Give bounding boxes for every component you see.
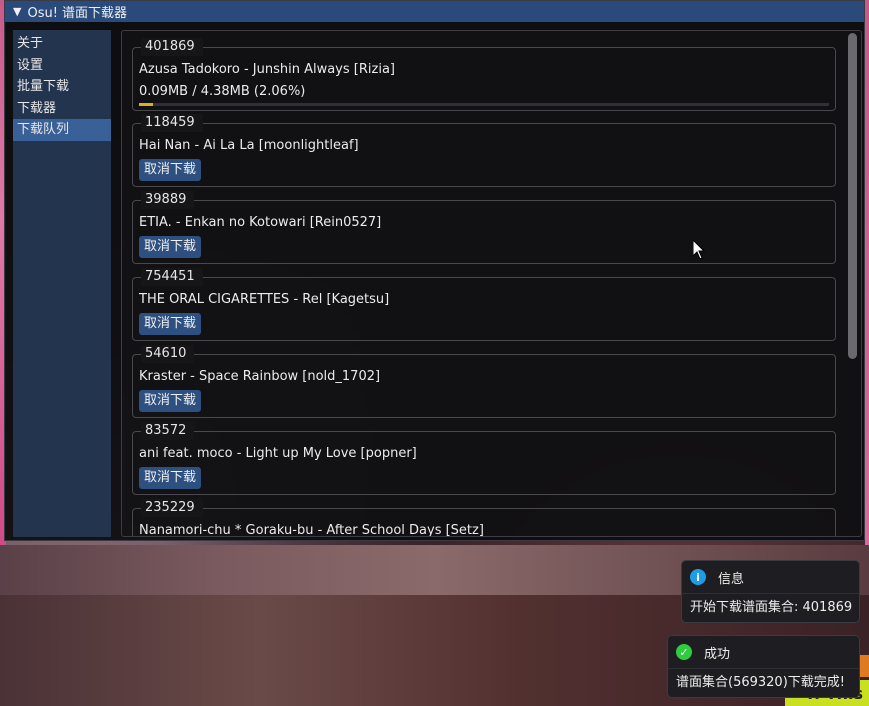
- toast-message: 开始下载谱面集合: 401869: [682, 593, 859, 622]
- cancel-download-button[interactable]: 取消下载: [139, 467, 202, 489]
- window-title: Osu! 谱面下载器: [27, 6, 128, 21]
- sidebar-item-downloader[interactable]: 下载器: [13, 98, 111, 120]
- progress-bar: [139, 103, 829, 106]
- sidebar-item-batch-download[interactable]: 批量下载: [13, 76, 111, 98]
- window-titlebar[interactable]: ▼ Osu! 谱面下载器: [5, 1, 864, 22]
- check-icon: ✓: [676, 644, 692, 660]
- beatmap-title: Hai Nan - Ai La La [moonlightleaf]: [139, 138, 359, 153]
- queue-item: 54610 Kraster - Space Rainbow [nold_1702…: [132, 345, 836, 418]
- background-orange-mark: [859, 655, 869, 677]
- beatmap-id: 754451: [141, 268, 203, 286]
- beatmap-title: THE ORAL CIGARETTES - Rel [Kagetsu]: [139, 292, 390, 307]
- beatmap-title: Nanamori-chu * Goraku-bu - After School …: [139, 523, 484, 537]
- collapse-arrow-icon[interactable]: ▼: [13, 5, 21, 18]
- cancel-download-button[interactable]: 取消下载: [139, 236, 202, 258]
- beatmap-title: Azusa Tadokoro - Junshin Always [Rizia]: [139, 62, 395, 77]
- success-toast: ✓ 成功 谱面集合(569320)下载完成!: [667, 635, 860, 698]
- cancel-download-button[interactable]: 取消下载: [139, 313, 202, 335]
- background-stripe-right: [865, 0, 869, 545]
- queue-item: 235229 Nanamori-chu * Goraku-bu - After …: [132, 499, 836, 537]
- cancel-download-button[interactable]: 取消下载: [139, 390, 202, 412]
- vertical-scrollbar[interactable]: [848, 33, 857, 536]
- progress-text: 0.09MB / 4.38MB (2.06%): [139, 84, 306, 99]
- toast-title: 信息: [718, 571, 745, 587]
- mouse-cursor-icon: [693, 240, 705, 260]
- beatmap-id: 54610: [141, 345, 195, 363]
- beatmap-id: 235229: [141, 499, 203, 517]
- queue-item: 401869 Azusa Tadokoro - Junshin Always […: [132, 38, 836, 111]
- beatmap-id: 118459: [141, 114, 203, 132]
- queue-item: 39889 ETIA. - Enkan no Kotowari [Rein052…: [132, 191, 836, 264]
- queue-item: 83572 ani feat. moco - Light up My Love …: [132, 422, 836, 495]
- info-icon: i: [690, 569, 706, 585]
- beatmap-id: 83572: [141, 422, 195, 440]
- cancel-download-button[interactable]: 取消下载: [139, 159, 202, 181]
- sidebar: 关于 设置 批量下载 下载器 下载队列: [13, 30, 111, 537]
- progress-fill: [139, 103, 154, 106]
- scrollbar-thumb[interactable]: [848, 33, 857, 359]
- sidebar-item-download-queue[interactable]: 下载队列: [13, 119, 111, 141]
- toast-message: 谱面集合(569320)下载完成!: [668, 668, 859, 697]
- sidebar-item-about[interactable]: 关于: [13, 33, 111, 55]
- sidebar-item-settings[interactable]: 设置: [13, 55, 111, 77]
- downloader-window: ▼ Osu! 谱面下载器 关于 设置 批量下载 下载器 下载队列 401869 …: [4, 0, 865, 541]
- beatmap-title: Kraster - Space Rainbow [nold_1702]: [139, 369, 381, 384]
- queue-item: 754451 THE ORAL CIGARETTES - Rel [Kagets…: [132, 268, 836, 341]
- queue-item: 118459 Hai Nan - Ai La La [moonlightleaf…: [132, 114, 836, 187]
- beatmap-id: 401869: [141, 38, 203, 56]
- toast-title: 成功: [704, 646, 731, 662]
- info-toast: i 信息 开始下载谱面集合: 401869: [681, 560, 860, 623]
- download-queue-panel: 401869 Azusa Tadokoro - Junshin Always […: [121, 30, 862, 537]
- beatmap-id: 39889: [141, 191, 195, 209]
- beatmap-title: ani feat. moco - Light up My Love [popne…: [139, 446, 417, 461]
- beatmap-title: ETIA. - Enkan no Kotowari [Rein0527]: [139, 215, 382, 230]
